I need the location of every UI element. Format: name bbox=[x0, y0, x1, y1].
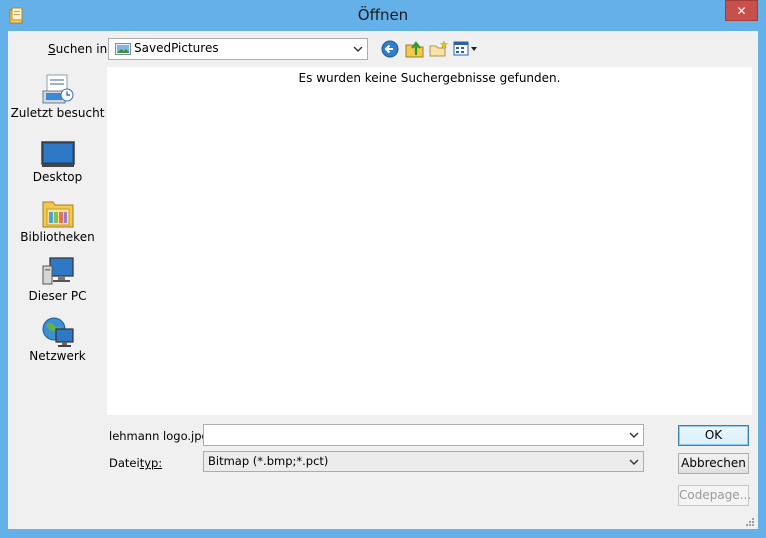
computer-icon bbox=[42, 257, 74, 285]
chevron-down-icon bbox=[352, 43, 364, 55]
close-icon: ✕ bbox=[736, 3, 747, 18]
desktop-icon bbox=[40, 141, 75, 167]
picture-folder-icon bbox=[115, 42, 131, 59]
cancel-button[interactable]: Abbrechen bbox=[678, 453, 749, 474]
filename-label: lehmann logo.jpg bbox=[109, 429, 209, 443]
libraries-icon bbox=[42, 201, 73, 228]
look-in-value: SavedPictures bbox=[134, 41, 219, 55]
place-this-pc[interactable]: Dieser PC bbox=[8, 256, 107, 312]
place-desktop[interactable]: Desktop bbox=[8, 139, 107, 195]
view-menu-icon[interactable] bbox=[453, 40, 479, 58]
new-folder-icon[interactable] bbox=[429, 40, 449, 58]
bottom-form: lehmann logo.jpg Dateityp: Bitmap (*.bmp… bbox=[107, 415, 752, 472]
places-bar: Zuletzt besucht Desktop Bibliotheken Die… bbox=[8, 67, 107, 415]
place-network[interactable]: Netzwerk bbox=[8, 316, 107, 372]
back-icon[interactable] bbox=[381, 40, 401, 58]
chevron-down-icon[interactable] bbox=[628, 429, 640, 441]
filetype-label: Dateityp: bbox=[109, 456, 163, 470]
filename-combo[interactable] bbox=[203, 424, 644, 446]
up-folder-icon[interactable] bbox=[405, 40, 425, 58]
codepage-button: Codepage... bbox=[678, 485, 751, 506]
dialog-body: Suchen in: SavedPictures Zuletzt besucht… bbox=[8, 31, 758, 529]
look-in-label: Suchen in: bbox=[48, 42, 112, 56]
empty-message: Es wurden keine Suchergebnisse gefunden. bbox=[298, 71, 561, 85]
place-recent[interactable]: Zuletzt besucht bbox=[8, 73, 107, 129]
close-button[interactable]: ✕ bbox=[725, 0, 758, 21]
chevron-down-icon[interactable] bbox=[628, 456, 640, 468]
filetype-combo[interactable]: Bitmap (*.bmp;*.pct) bbox=[203, 451, 644, 472]
ok-button[interactable]: OK bbox=[678, 425, 749, 446]
file-list[interactable]: Es wurden keine Suchergebnisse gefunden. bbox=[107, 67, 752, 415]
filetype-value: Bitmap (*.bmp;*.pct) bbox=[208, 454, 329, 468]
open-dialog: Öffnen ✕ Suchen in: SavedPictures Zuletz… bbox=[0, 0, 766, 538]
resize-grip-icon[interactable] bbox=[745, 516, 755, 526]
window-title: Öffnen bbox=[357, 6, 409, 24]
title-bar[interactable]: Öffnen ✕ bbox=[0, 0, 766, 31]
network-icon bbox=[42, 317, 74, 347]
look-in-combo[interactable]: SavedPictures bbox=[108, 38, 368, 60]
recent-icon bbox=[42, 74, 73, 104]
place-libraries[interactable]: Bibliotheken bbox=[8, 197, 107, 253]
